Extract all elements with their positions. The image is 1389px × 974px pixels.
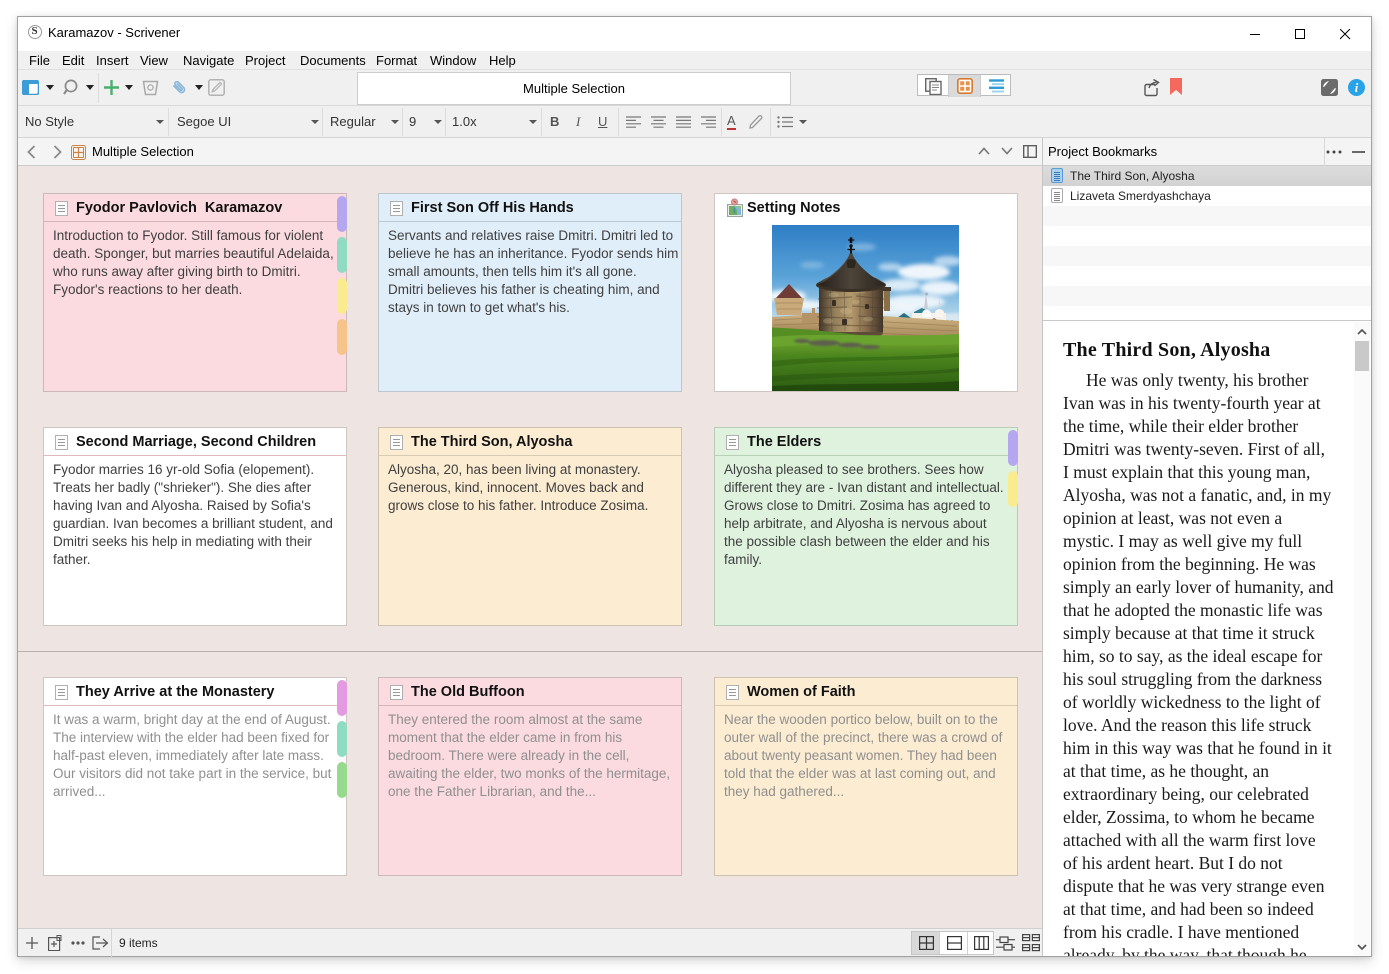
svg-text:i: i <box>1355 81 1359 95</box>
